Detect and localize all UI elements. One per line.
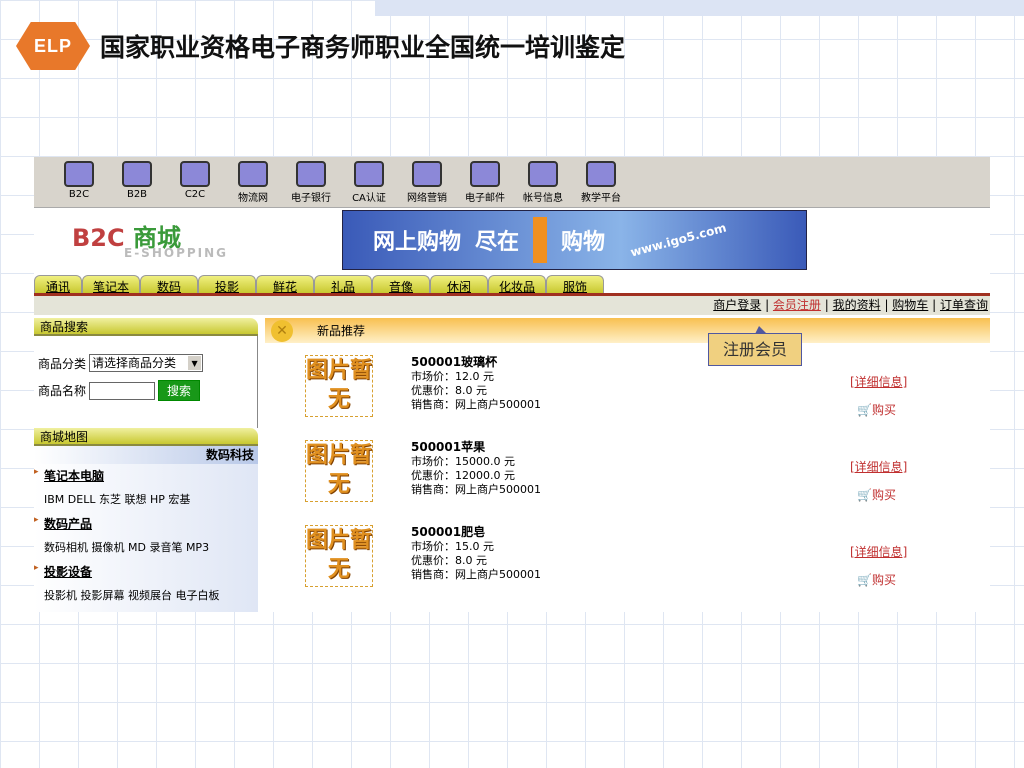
no-image-placeholder: 图片暂无 bbox=[305, 525, 373, 587]
cat-label: 商品分类 bbox=[38, 356, 87, 371]
tab[interactable]: 化妆品 bbox=[488, 275, 546, 294]
toolbar-icon bbox=[412, 161, 442, 187]
map-group-title[interactable]: 投影设备 bbox=[34, 560, 258, 584]
tab[interactable]: 通讯 bbox=[34, 275, 82, 294]
browser-screenshot: B2C B2B C2C 物流网 电子银行 CA认证 网络营销 电子邮件 帐号信息 教学平台 B2C… bbox=[34, 157, 990, 612]
detail-link[interactable]: [详细信息] bbox=[850, 543, 907, 560]
tab[interactable]: 休闲 bbox=[430, 275, 488, 294]
brand-sub: E-SHOPPING bbox=[124, 246, 229, 260]
user-link[interactable]: 会员注册 bbox=[773, 298, 821, 312]
search-header: 商品搜索 bbox=[34, 318, 258, 336]
tab[interactable]: 笔记本 bbox=[82, 275, 140, 294]
toolbar-icon bbox=[528, 161, 558, 187]
product-item: 图片暂无 500001肥皂 市场价：15.0 元优惠价：8.0 元销售商：网上商户… bbox=[265, 513, 990, 598]
product-area: ✕ 新品推荐 图片暂无 500001玻璃杯 市场价：12.0 元优惠价：8.0 元销… bbox=[265, 318, 990, 598]
tab[interactable]: 音像 bbox=[372, 275, 430, 294]
cart-icon: 🛒 bbox=[857, 573, 872, 587]
market-price: 市场价：15000.0 元 bbox=[411, 455, 515, 468]
category-tabs: 通讯 笔记本 数码 投影 鲜花 礼品 音像 休闲 化妆品 服饰 bbox=[34, 272, 990, 296]
map-group-items[interactable]: 投影机 投影屏幕 视频展台 电子白板 bbox=[34, 584, 258, 608]
seller: 销售商：网上商户500001 bbox=[411, 568, 541, 581]
detail-link[interactable]: [详细信息] bbox=[850, 373, 907, 390]
search-button[interactable]: 搜索 bbox=[158, 380, 201, 401]
tab[interactable]: 礼品 bbox=[314, 275, 372, 294]
product-name: 500001玻璃杯 bbox=[411, 355, 498, 369]
left-sidebar: 商品搜索 商品分类请选择商品分类 商品名称 搜索 商城地图 数码科技 笔记本电脑I… bbox=[34, 318, 258, 612]
toolbar-icon bbox=[586, 161, 616, 187]
page-title: 国家职业资格电子商务师职业全国统一培训鉴定 bbox=[100, 33, 626, 62]
sale-price: 优惠价：8.0 元 bbox=[411, 554, 487, 567]
detail-link[interactable]: [详细信息] bbox=[850, 458, 907, 475]
sale-price: 优惠价：12000.0 元 bbox=[411, 469, 515, 482]
map-header: 商城地图 bbox=[34, 428, 258, 446]
toolbar-icon bbox=[64, 161, 94, 187]
name-label: 商品名称 bbox=[38, 384, 87, 398]
toolbar-icon bbox=[470, 161, 500, 187]
mall-map: 数码科技 笔记本电脑IBM DELL 东芝 联想 HP 宏基数码产品数码相机 摄… bbox=[34, 446, 258, 612]
ad-banner[interactable]: 网上购物 尽在 购物 www.igo5.com bbox=[342, 210, 807, 270]
product-item: 图片暂无 500001苹果 市场价：15000.0 元优惠价：12000.0 元销… bbox=[265, 428, 990, 513]
i-icon bbox=[533, 217, 548, 263]
map-group-title[interactable]: 笔记本电脑 bbox=[34, 464, 258, 488]
toolbar-item[interactable]: 教学平台 bbox=[572, 157, 630, 207]
buy-button[interactable]: 🛒购买 bbox=[857, 401, 896, 418]
market-price: 市场价：15.0 元 bbox=[411, 540, 494, 553]
tab[interactable]: 投影 bbox=[198, 275, 256, 294]
toolbar: B2C B2B C2C 物流网 电子银行 CA认证 网络营销 电子邮件 帐号信息 教学平台 bbox=[34, 157, 990, 208]
category-select[interactable]: 请选择商品分类 bbox=[89, 354, 204, 372]
user-link[interactable]: 我的资料 bbox=[833, 298, 881, 312]
map-group-items[interactable]: IBM DELL 东芝 联想 HP 宏基 bbox=[34, 488, 258, 512]
toolbar-item[interactable]: B2B bbox=[108, 157, 166, 207]
tab[interactable]: 鲜花 bbox=[256, 275, 314, 294]
toolbar-item[interactable]: 物流网 bbox=[224, 157, 282, 207]
toolbar-item[interactable]: 帐号信息 bbox=[514, 157, 572, 207]
elp-logo: ELP bbox=[16, 22, 90, 70]
map-category: 数码科技 bbox=[34, 446, 258, 464]
toolbar-icon bbox=[122, 161, 152, 187]
tooltip-callout: 注册会员 bbox=[708, 326, 802, 366]
no-image-placeholder: 图片暂无 bbox=[305, 440, 373, 502]
product-item: 图片暂无 500001玻璃杯 市场价：12.0 元优惠价：8.0 元销售商：网上商… bbox=[265, 343, 990, 428]
buy-button[interactable]: 🛒购买 bbox=[857, 486, 896, 503]
toolbar-item[interactable]: B2C bbox=[50, 157, 108, 207]
product-name: 500001苹果 bbox=[411, 440, 486, 454]
toolbar-icon bbox=[180, 161, 210, 187]
toolbar-icon bbox=[354, 161, 384, 187]
toolbar-item[interactable]: 电子银行 bbox=[282, 157, 340, 207]
tab[interactable]: 服饰 bbox=[546, 275, 604, 294]
no-image-placeholder: 图片暂无 bbox=[305, 355, 373, 417]
sale-price: 优惠价：8.0 元 bbox=[411, 384, 487, 397]
products-header: ✕ 新品推荐 bbox=[265, 318, 990, 343]
map-group-title[interactable]: 数码产品 bbox=[34, 512, 258, 536]
cart-icon: 🛒 bbox=[857, 403, 872, 417]
tab[interactable]: 数码 bbox=[140, 275, 198, 294]
market-price: 市场价：12.0 元 bbox=[411, 370, 494, 383]
toolbar-item[interactable]: CA认证 bbox=[340, 157, 398, 207]
name-input[interactable] bbox=[89, 381, 156, 400]
banner: B2C 商城 E-SHOPPING 网上购物 尽在 购物 www.igo5.com bbox=[34, 208, 990, 272]
toolbar-item[interactable]: 网络营销 bbox=[398, 157, 456, 207]
user-link[interactable]: 订单查询 bbox=[940, 298, 988, 312]
cart-icon: 🛒 bbox=[857, 488, 872, 502]
user-link[interactable]: 商户登录 bbox=[713, 298, 761, 312]
search-box: 商品分类请选择商品分类 商品名称 搜索 bbox=[34, 336, 258, 428]
user-links: 商户登录 | 会员注册 | 我的资料 | 购物车 | 订单查询 bbox=[34, 296, 990, 315]
toolbar-item[interactable]: 电子邮件 bbox=[456, 157, 514, 207]
map-group-items[interactable]: 数码相机 摄像机 MD 录音笔 MP3 bbox=[34, 536, 258, 560]
product-name: 500001肥皂 bbox=[411, 525, 486, 539]
user-link[interactable]: 购物车 bbox=[892, 298, 928, 312]
buy-button[interactable]: 🛒购买 bbox=[857, 571, 896, 588]
close-icon[interactable]: ✕ bbox=[271, 319, 293, 342]
seller: 销售商：网上商户500001 bbox=[411, 398, 541, 411]
toolbar-item[interactable]: C2C bbox=[166, 157, 224, 207]
seller: 销售商：网上商户500001 bbox=[411, 483, 541, 496]
toolbar-icon bbox=[238, 161, 268, 187]
header-strip bbox=[375, 0, 1024, 16]
toolbar-icon bbox=[296, 161, 326, 187]
